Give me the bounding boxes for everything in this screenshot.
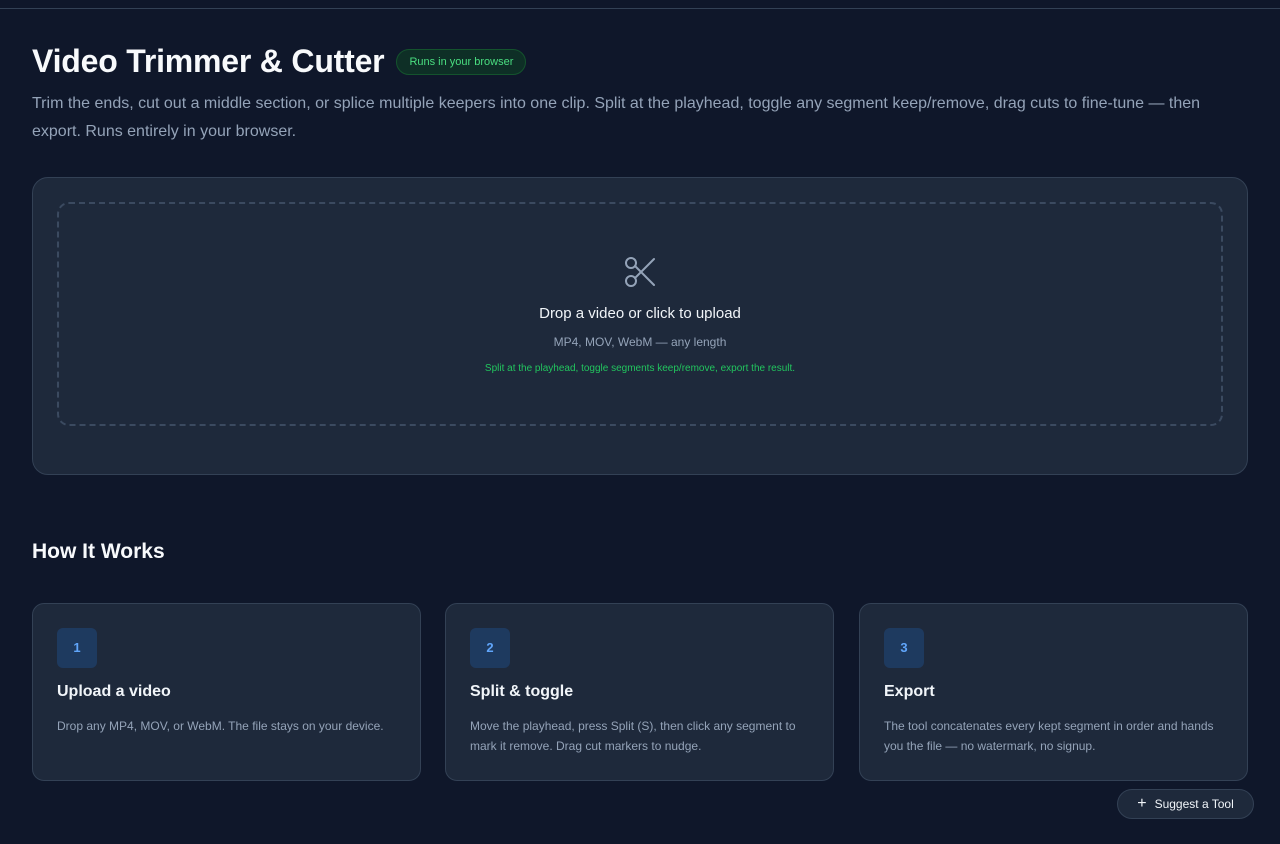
how-it-works-title: How It Works <box>32 540 165 563</box>
step-title: Export <box>884 683 935 700</box>
page-title: Video Trimmer & Cutter <box>32 43 385 79</box>
how-it-works-steps: 1 Upload a video Drop any MP4, MOV, or W… <box>32 603 1248 781</box>
page-header: Video Trimmer & Cutter Runs in your brow… <box>32 40 1248 146</box>
step-card-split: 2 Split & toggle Move the playhead, pres… <box>445 603 834 781</box>
page-subtitle: Trim the ends, cut out a middle section,… <box>32 95 1201 140</box>
dropzone-hint: Split at the playhead, toggle segments k… <box>484 363 796 374</box>
step-number: 1 <box>57 628 97 668</box>
browser-badge: Runs in your browser <box>396 49 527 75</box>
step-number: 3 <box>884 628 924 668</box>
step-description: The tool concatenates every kept segment… <box>884 719 1214 753</box>
step-card-export: 3 Export The tool concatenates every kep… <box>859 603 1248 781</box>
dropzone-title: Drop a video or click to upload <box>539 305 741 322</box>
scissors-icon <box>625 257 655 287</box>
step-description: Drop any MP4, MOV, or WebM. The file sta… <box>57 719 384 733</box>
top-divider <box>0 8 1280 9</box>
step-title: Upload a video <box>57 683 171 700</box>
suggest-tool-button[interactable]: + Suggest a Tool <box>1117 789 1254 819</box>
step-title: Split & toggle <box>470 683 574 700</box>
suggest-tool-label: Suggest a Tool <box>1154 797 1234 811</box>
title-row: Video Trimmer & Cutter Runs in your brow… <box>32 40 1248 82</box>
plus-icon: + <box>1137 795 1147 812</box>
step-card-upload: 1 Upload a video Drop any MP4, MOV, or W… <box>32 603 421 781</box>
video-dropzone[interactable]: Drop a video or click to upload MP4, MOV… <box>57 202 1223 426</box>
step-description: Move the playhead, press Split (S), then… <box>470 719 796 753</box>
dropzone-formats: MP4, MOV, WebM — any length <box>553 335 727 349</box>
step-number: 2 <box>470 628 510 668</box>
upload-card: Drop a video or click to upload MP4, MOV… <box>32 177 1248 475</box>
